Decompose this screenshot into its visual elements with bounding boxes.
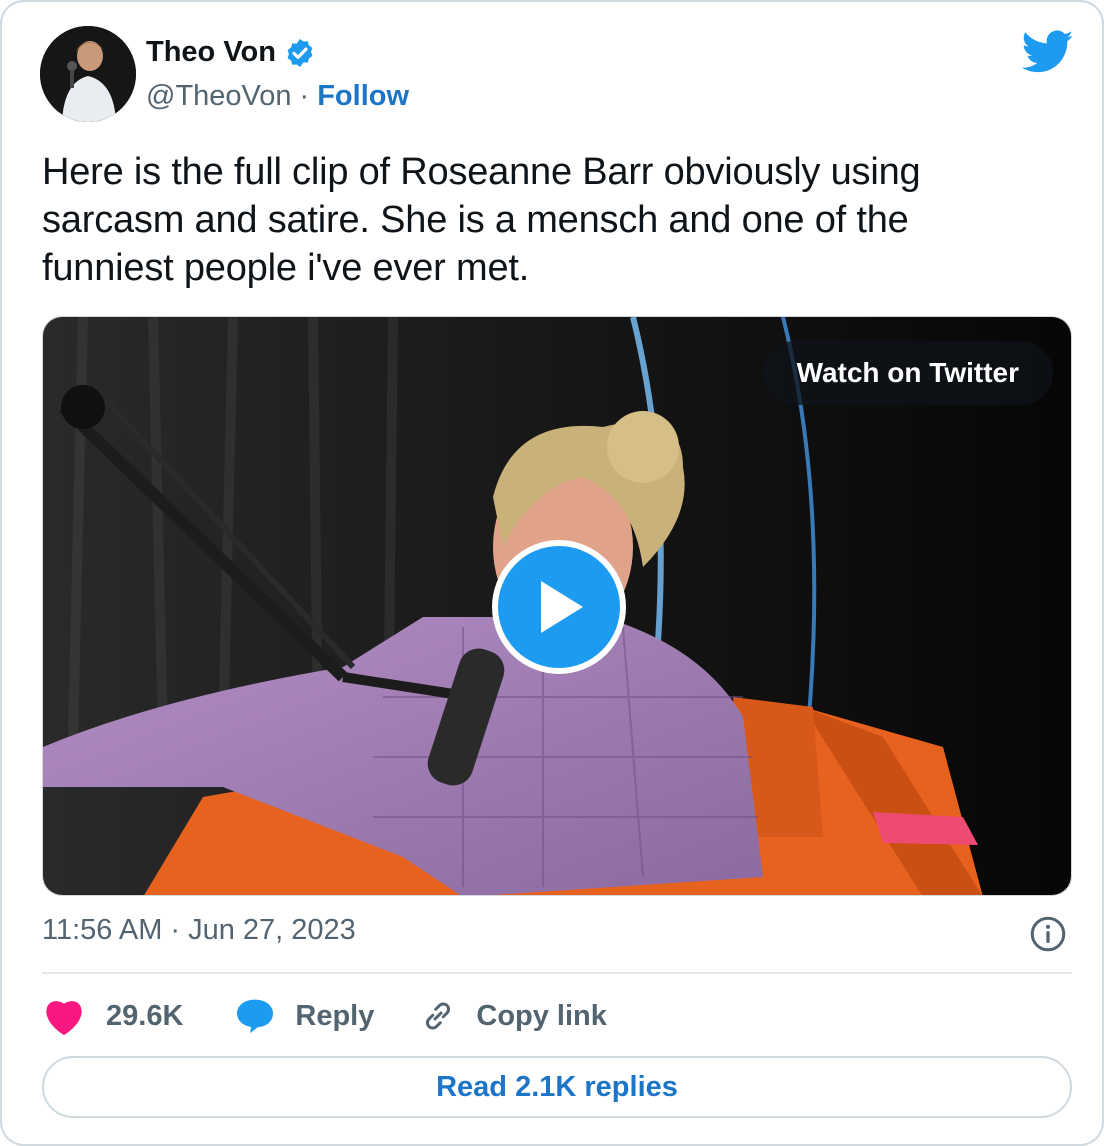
link-icon	[426, 1002, 451, 1030]
author-handle-row: @TheoVon · Follow	[146, 80, 409, 113]
read-replies-button[interactable]: Read 2.1K replies	[42, 1056, 1072, 1118]
author-avatar[interactable]	[40, 26, 136, 122]
play-button[interactable]	[492, 540, 626, 674]
tweet-text-line: sarcasm and satire. She is a mensch and …	[42, 199, 909, 241]
video-thumbnail[interactable]: Watch on Twitter	[42, 316, 1072, 896]
handle-separator: ·	[299, 80, 310, 112]
like-button[interactable]: 29.6K	[42, 996, 183, 1036]
tweet-card: Theo Von @TheoVon · Follow Here is the f…	[0, 0, 1104, 1146]
play-icon	[541, 581, 583, 633]
follow-button[interactable]: Follow	[317, 80, 409, 113]
tweet-date[interactable]: Jun 27, 2023	[188, 914, 356, 947]
reply-button[interactable]: Reply	[235, 998, 374, 1034]
display-name[interactable]: Theo Von	[146, 36, 276, 69]
tweet-timestamp[interactable]: 11:56 AM · Jun 27, 2023	[42, 914, 356, 947]
speech-bubble-icon	[237, 999, 274, 1034]
timestamp-separator: ·	[170, 914, 181, 946]
author-name-row[interactable]: Theo Von	[146, 36, 316, 69]
twitter-bird-icon[interactable]	[1022, 30, 1074, 74]
like-count: 29.6K	[106, 999, 184, 1032]
verified-badge-icon	[287, 38, 313, 67]
watch-on-twitter-button[interactable]: Watch on Twitter	[762, 341, 1053, 405]
copy-link-label: Copy link	[476, 999, 607, 1032]
author-handle[interactable]: @TheoVon	[146, 80, 292, 113]
copy-link-button[interactable]: Copy link	[420, 998, 607, 1034]
tweet-text-line: Here is the full clip of Roseanne Barr o…	[42, 151, 921, 193]
reply-label: Reply	[295, 999, 375, 1032]
info-icon[interactable]	[1030, 916, 1066, 952]
tweet-time[interactable]: 11:56 AM	[42, 914, 162, 947]
divider	[42, 972, 1072, 974]
tweet-text: Here is the full clip of Roseanne Barr o…	[42, 148, 1042, 292]
tweet-actions: 29.6K Reply Copy link	[42, 994, 607, 1038]
tweet-text-line: funniest people i've ever met.	[42, 247, 530, 289]
heart-icon	[46, 1001, 82, 1036]
